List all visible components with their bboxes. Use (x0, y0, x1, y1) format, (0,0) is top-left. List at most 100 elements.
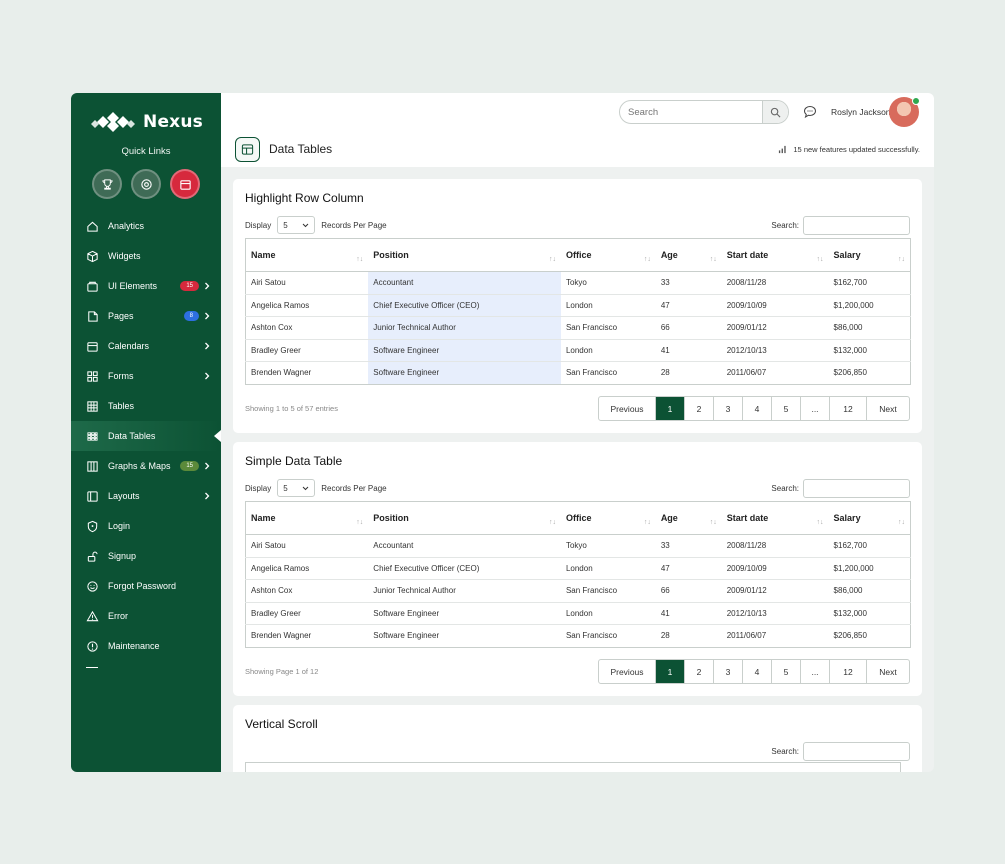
sidebar-item-tables[interactable]: Tables (71, 391, 221, 421)
sidebar-item-label: Tables (108, 401, 135, 411)
page-button[interactable]: 4 (743, 397, 772, 420)
search-icon (770, 107, 781, 117)
user-name[interactable]: Roslyn Jackson (831, 107, 891, 117)
sidebar-item-label: Data Tables (108, 431, 156, 441)
bar-chart-icon (779, 145, 787, 154)
column-header-age[interactable]: Age ↑↓ (655, 501, 722, 535)
page-button[interactable]: 4 (743, 660, 772, 683)
table-cell: Junior Technical Author (368, 316, 561, 340)
sort-icon[interactable]: ↑↓ (644, 519, 651, 526)
target-button[interactable] (131, 169, 161, 199)
next-page-button[interactable]: Next (867, 660, 909, 683)
column-header-name[interactable]: Name ↑↓ (245, 501, 369, 535)
sidebar-item-login[interactable]: Login (71, 511, 221, 541)
sidebar-item-ui-elements[interactable]: UI Elements 15 (71, 271, 221, 301)
table-search-input[interactable] (803, 216, 910, 235)
sidebar-item-forms[interactable]: Forms (71, 361, 221, 391)
calendar-button[interactable] (170, 169, 200, 199)
count-badge: 8 (183, 311, 199, 321)
sidebar-item-analytics[interactable]: Analytics (71, 211, 221, 241)
sidebar-item-error[interactable]: Error (71, 601, 221, 631)
chevron-down-icon (302, 486, 309, 490)
sidebar-item-widgets[interactable]: Widgets (71, 241, 221, 271)
chat-icon[interactable] (803, 105, 817, 119)
table-search-input[interactable] (803, 742, 910, 761)
sidebar-item-forgot-password[interactable]: Forgot Password (71, 571, 221, 601)
table-row[interactable]: Airi Satou Accountant Tokyo 33 2008/11/28 $16… (245, 271, 911, 295)
sidebar-item-pages[interactable]: Pages 8 (71, 301, 221, 331)
sidebar-item-maintenance[interactable]: Maintenance (71, 631, 221, 661)
sidebar-item-signup[interactable]: Signup (71, 541, 221, 571)
table-cell: Ashton Cox (245, 579, 369, 603)
sort-icon[interactable]: ↑↓ (898, 519, 905, 526)
table-cell: 2008/11/28 (721, 534, 829, 558)
next-page-button[interactable]: Next (867, 397, 909, 420)
table-cell: 2012/10/13 (721, 602, 829, 625)
shield-icon (87, 520, 98, 532)
column-header-salary[interactable]: Salary ↑↓ (828, 238, 911, 272)
sort-icon[interactable]: ↑↓ (817, 519, 824, 526)
sort-icon[interactable]: ↑↓ (898, 256, 905, 263)
column-header-salary[interactable]: Salary ↑↓ (828, 501, 911, 535)
page-button[interactable]: 3 (714, 397, 743, 420)
sidebar-item-graphs-maps[interactable]: Graphs & Maps 15 (71, 451, 221, 481)
page-button[interactable]: 12 (830, 660, 867, 683)
table-search-input[interactable] (803, 479, 910, 498)
page-button[interactable]: 5 (772, 660, 801, 683)
page-button[interactable]: 1 (656, 397, 685, 420)
sort-icon[interactable]: ↑↓ (356, 256, 363, 263)
search-input[interactable] (620, 101, 762, 123)
scroll-table-container[interactable] (245, 762, 901, 772)
previous-page-button[interactable]: Previous (599, 660, 656, 683)
table-row[interactable]: Airi Satou Accountant Tokyo 33 2008/11/28 $16… (245, 534, 911, 558)
table-row[interactable]: Bradley Greer Software Engineer London 41 20… (245, 339, 911, 362)
column-header-position[interactable]: Position ↑↓ (368, 238, 561, 272)
page-button[interactable]: 5 (772, 397, 801, 420)
warning-icon (86, 610, 99, 621)
sidebar-item-layouts[interactable]: Layouts (71, 481, 221, 511)
column-header-name[interactable]: Name ↑↓ (245, 238, 369, 272)
page-button[interactable]: 2 (685, 397, 714, 420)
table-row[interactable]: Angelica Ramos Chief Executive Officer (C… (245, 557, 911, 580)
records-per-page-select[interactable]: 5 (277, 479, 316, 497)
sort-icon[interactable]: ↑↓ (710, 519, 717, 526)
table-row[interactable]: Bradley Greer Software Engineer London 41 20… (245, 602, 911, 625)
search-button[interactable] (762, 101, 788, 123)
table-cell: $86,000 (828, 316, 911, 340)
column-header-office[interactable]: Office ↑↓ (560, 238, 656, 272)
table-row[interactable]: Brenden Wagner Software Engineer San Franc… (246, 361, 911, 384)
sort-icon[interactable]: ↑↓ (356, 519, 363, 526)
column-header-age[interactable]: Age ↑↓ (655, 238, 722, 272)
table-cell: $162,700 (828, 271, 911, 295)
avatar[interactable] (889, 97, 920, 127)
table-row[interactable]: Ashton Cox Junior Technical Author San Fra… (245, 316, 911, 340)
column-header-office[interactable]: Office ↑↓ (560, 501, 656, 535)
column-header-start-date[interactable]: Start date ↑↓ (721, 238, 829, 272)
sort-icon[interactable]: ↑↓ (710, 256, 717, 263)
brand-logo[interactable]: Nexus (71, 93, 221, 137)
sort-icon[interactable]: ↑↓ (817, 256, 824, 263)
trophy-button[interactable] (92, 169, 122, 199)
records-per-page-select[interactable]: 5 (277, 216, 316, 234)
page-button[interactable]: 1 (656, 660, 685, 683)
chevron-right-icon (205, 342, 210, 350)
page-button[interactable]: 12 (830, 397, 867, 420)
table-row[interactable]: Brenden Wagner Software Engineer San Franc… (246, 625, 911, 648)
cube-icon (87, 250, 98, 262)
pages-icon (88, 310, 98, 322)
previous-page-button[interactable]: Previous (599, 397, 656, 420)
column-header-start-date[interactable]: Start date ↑↓ (721, 501, 829, 535)
page-button[interactable]: 2 (685, 660, 714, 683)
table-row[interactable]: Angelica Ramos Chief Executive Officer (C… (245, 294, 911, 317)
sort-icon[interactable]: ↑↓ (549, 256, 556, 263)
table-cell: Accountant (368, 271, 561, 295)
column-header-position[interactable]: Position ↑↓ (368, 501, 561, 535)
sidebar-item-data-tables[interactable]: Data Tables (71, 421, 221, 451)
data-table: Name ↑↓ Position ↑↓ Office ↑↓ Age ↑↓ Start date ↑… (245, 501, 911, 648)
page-button[interactable]: 3 (714, 660, 743, 683)
sidebar-item-calendars[interactable]: Calendars (71, 331, 221, 361)
sort-icon[interactable]: ↑↓ (549, 519, 556, 526)
sort-icon[interactable]: ↑↓ (644, 256, 651, 263)
table-row[interactable]: Ashton Cox Junior Technical Author San Fra… (245, 579, 911, 603)
table-cell: Junior Technical Author (368, 579, 561, 603)
